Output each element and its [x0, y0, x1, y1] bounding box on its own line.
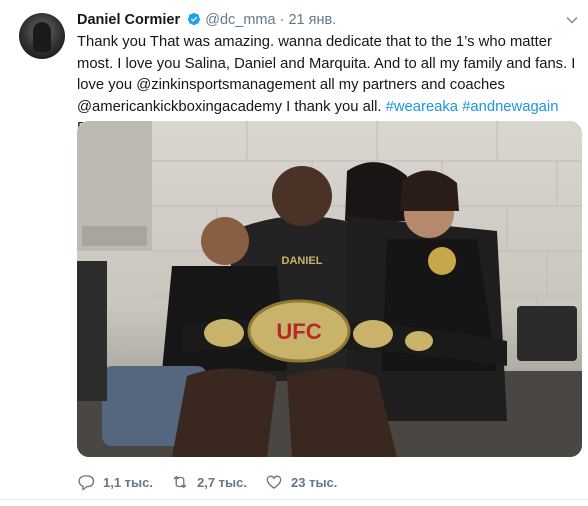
wall-vent [82, 226, 147, 246]
reply-icon [78, 475, 95, 491]
chevron-down-icon[interactable] [566, 14, 578, 26]
reply-count: 1,1 тыс. [103, 474, 153, 490]
girl-hair [400, 170, 459, 211]
tweet-actions: 1,1 тыс. 2,7 тыс. 23 тыс. [77, 472, 355, 492]
hashtag-andnewagain[interactable]: #andnewagain [462, 99, 558, 115]
man-head [272, 166, 332, 226]
chair-left [77, 261, 107, 401]
divider [0, 499, 588, 500]
like-count: 23 тыс. [291, 474, 338, 490]
hashtag-weareaka[interactable]: #weareaka [386, 99, 458, 115]
tweet-header: Daniel Cormier @dc_mma · 21 янв. [77, 11, 336, 29]
separator-dot: · [279, 12, 285, 28]
photo-scene: UFC DANIEL [77, 121, 582, 457]
belt-side-plate-right [353, 320, 393, 348]
man-leg-left [172, 368, 277, 457]
like-button[interactable]: 23 тыс. [265, 473, 337, 491]
retweet-button[interactable]: 2,7 тыс. [171, 473, 247, 491]
avatar-figure [33, 22, 51, 52]
retweet-count: 2,7 тыс. [197, 474, 247, 490]
author-handle[interactable]: @dc_mma [205, 12, 275, 28]
girl-shirt-print [428, 247, 456, 275]
belt-label: UFC [276, 319, 321, 344]
tweet-date[interactable]: 21 янв. [288, 12, 336, 28]
like-icon [266, 475, 282, 489]
avatar[interactable] [19, 13, 65, 59]
boy-head [201, 217, 249, 265]
equipment-box [517, 306, 577, 361]
retweet-icon [173, 475, 187, 489]
belt-side-plate-left [204, 319, 244, 347]
verified-icon [188, 12, 201, 26]
author-name[interactable]: Daniel Cormier [77, 12, 180, 28]
tweet-photo[interactable]: UFC DANIEL [77, 121, 582, 457]
reply-button[interactable]: 1,1 тыс. [77, 473, 153, 491]
shirt-label: DANIEL [282, 255, 323, 267]
belt-side-plate-far [405, 331, 433, 351]
